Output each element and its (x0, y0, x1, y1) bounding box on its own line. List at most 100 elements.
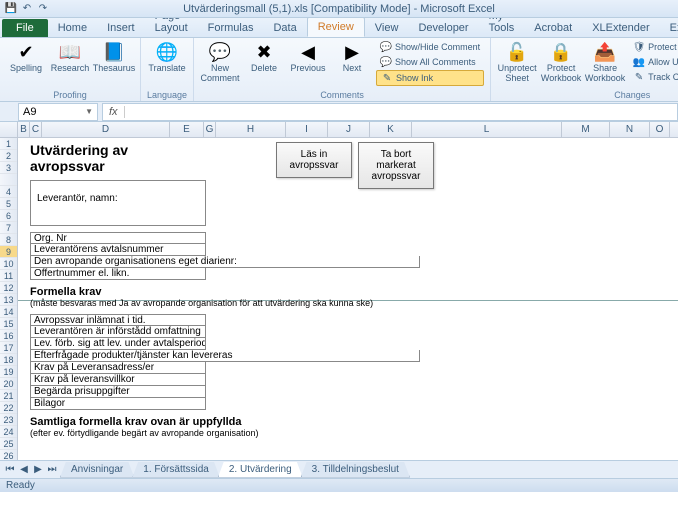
qat-redo-icon[interactable]: ↷ (36, 2, 50, 16)
krav-row[interactable]: Avropssvar inlämnat i tid. (30, 314, 206, 326)
col-header[interactable]: B (18, 122, 30, 137)
tab-excel2doc[interactable]: Excel2Doc (660, 19, 678, 37)
krav-row[interactable]: Efterfrågade produkter/tjänster kan leve… (30, 350, 420, 362)
krav-row[interactable]: Krav på leveransvillkor (30, 374, 206, 386)
krav-row[interactable]: Begärda prisuppgifter (30, 386, 206, 398)
protect-workbook-button[interactable]: 🔒Protect Workbook (541, 40, 581, 84)
row-header[interactable]: 22 (0, 402, 17, 414)
translate-button[interactable]: 🌐Translate (147, 40, 187, 74)
row-header[interactable]: 9 (0, 246, 17, 258)
track-changes-button[interactable]: ✎Track Changes ▾ (629, 70, 678, 84)
avtalsnummer-field[interactable]: Leverantörens avtalsnummer (30, 244, 206, 256)
show-all-comments-button[interactable]: 💬Show All Comments (376, 55, 484, 69)
col-header[interactable]: E (170, 122, 204, 137)
tab-home[interactable]: Home (48, 19, 97, 37)
row-header[interactable]: 6 (0, 210, 17, 222)
sheet-tab[interactable]: Anvisningar (60, 462, 134, 478)
research-button[interactable]: 📖Research (50, 40, 90, 74)
col-header[interactable]: D (42, 122, 170, 137)
tab-file[interactable]: File (2, 19, 48, 37)
col-header[interactable]: I (286, 122, 328, 137)
fx-icon[interactable]: fx (103, 106, 125, 118)
orgnr-field[interactable]: Org. Nr (30, 232, 206, 244)
thesaurus-button[interactable]: 📘Thesaurus (94, 40, 134, 74)
row-header[interactable]: 20 (0, 378, 17, 390)
select-all-corner[interactable] (0, 122, 18, 137)
row-header[interactable]: 5 (0, 198, 17, 210)
sheet-tab[interactable]: 1. Försättssida (132, 462, 220, 478)
sheet-nav-next-icon[interactable]: ▶ (32, 464, 44, 475)
row-header[interactable]: 18 (0, 354, 17, 366)
tab-acrobat[interactable]: Acrobat (524, 19, 582, 37)
delete-comment-button[interactable]: ✖Delete (244, 40, 284, 74)
row-header[interactable]: 24 (0, 426, 17, 438)
row-header[interactable]: 14 (0, 306, 17, 318)
row-header[interactable]: 25 (0, 438, 17, 450)
col-header[interactable]: J (328, 122, 370, 137)
row-header[interactable]: 16 (0, 330, 17, 342)
read-response-button[interactable]: Läs in avropssvar (276, 142, 352, 178)
new-comment-button[interactable]: 💬New Comment (200, 40, 240, 84)
col-header[interactable]: C (30, 122, 42, 137)
previous-comment-button[interactable]: ◀Previous (288, 40, 328, 74)
tab-developer[interactable]: Developer (408, 19, 478, 37)
sheet-nav-prev-icon[interactable]: ◀ (18, 464, 30, 475)
krav-row[interactable]: Leverantören är införstådd omfattning (30, 326, 206, 338)
tab-formulas[interactable]: Formulas (198, 19, 264, 37)
row-header[interactable]: 11 (0, 270, 17, 282)
row-header[interactable]: 3 (0, 162, 17, 174)
next-comment-button[interactable]: ▶Next (332, 40, 372, 74)
show-hide-comment-button[interactable]: 💬Show/Hide Comment (376, 40, 484, 54)
row-header[interactable]: 4 (0, 186, 17, 198)
row-header[interactable]: 19 (0, 366, 17, 378)
abc-check-icon: ✔ (14, 40, 38, 64)
krav-row[interactable]: Lev. förb. sig att lev. under avtalsperi… (30, 338, 206, 350)
qat-save-icon[interactable]: 💾 (4, 2, 18, 16)
sheet-nav-last-icon[interactable]: ⏭ (46, 464, 58, 475)
tab-insert[interactable]: Insert (97, 19, 145, 37)
row-header[interactable]: 15 (0, 318, 17, 330)
col-header[interactable]: K (370, 122, 412, 137)
tab-review[interactable]: Review (307, 17, 365, 37)
row-header[interactable]: 12 (0, 282, 17, 294)
remove-response-button[interactable]: Ta bort markerat avropssvar (358, 142, 434, 189)
sheet-tab[interactable]: 3. Tilldelningsbeslut (301, 462, 410, 478)
row-header[interactable] (0, 174, 17, 186)
ink-icon: ✎ (381, 72, 393, 84)
tab-view[interactable]: View (365, 19, 409, 37)
col-header[interactable]: L (412, 122, 562, 137)
spelling-button[interactable]: ✔Spelling (6, 40, 46, 74)
col-header[interactable]: M (562, 122, 610, 137)
supplier-name-field[interactable]: Leverantör, namn: (30, 180, 206, 226)
row-header[interactable]: 1 (0, 138, 17, 150)
row-header[interactable]: 7 (0, 222, 17, 234)
allow-edit-ranges-button[interactable]: 👥Allow Users to Edit Ranges (629, 55, 678, 69)
col-header[interactable]: N (610, 122, 650, 137)
unprotect-sheet-button[interactable]: 🔓Unprotect Sheet (497, 40, 537, 84)
tab-data[interactable]: Data (263, 19, 306, 37)
row-header[interactable]: 2 (0, 150, 17, 162)
krav-row[interactable]: Krav på Leveransadress/er (30, 362, 206, 374)
qat-undo-icon[interactable]: ↶ (20, 2, 34, 16)
col-header[interactable]: O (650, 122, 670, 137)
col-header[interactable]: G (204, 122, 216, 137)
row-header[interactable]: 21 (0, 390, 17, 402)
offertnummer-field[interactable]: Offertnummer el. likn. (30, 268, 206, 280)
sheet-tab[interactable]: 2. Utvärdering (218, 462, 303, 478)
krav-row[interactable]: Bilagor (30, 398, 206, 410)
sheet-nav-first-icon[interactable]: ⏮ (4, 464, 16, 475)
share-workbook-button[interactable]: 📤Share Workbook (585, 40, 625, 84)
row-header[interactable]: 10 (0, 258, 17, 270)
show-ink-button[interactable]: ✎Show Ink (376, 70, 484, 86)
tab-xlextender[interactable]: XLExtender (582, 19, 659, 37)
diarienr-field[interactable]: Den avropande organisationens eget diari… (30, 256, 420, 268)
formula-bar[interactable]: fx (102, 103, 678, 121)
row-header[interactable]: 13 (0, 294, 17, 306)
row-header[interactable]: 8 (0, 234, 17, 246)
row-header[interactable]: 17 (0, 342, 17, 354)
row-header[interactable]: 23 (0, 414, 17, 426)
name-box[interactable]: A9▼ (18, 103, 98, 121)
col-header[interactable]: H (216, 122, 286, 137)
chevron-down-icon[interactable]: ▼ (85, 107, 93, 116)
protect-share-button[interactable]: 🛡Protect and Share Workbook (629, 40, 678, 54)
